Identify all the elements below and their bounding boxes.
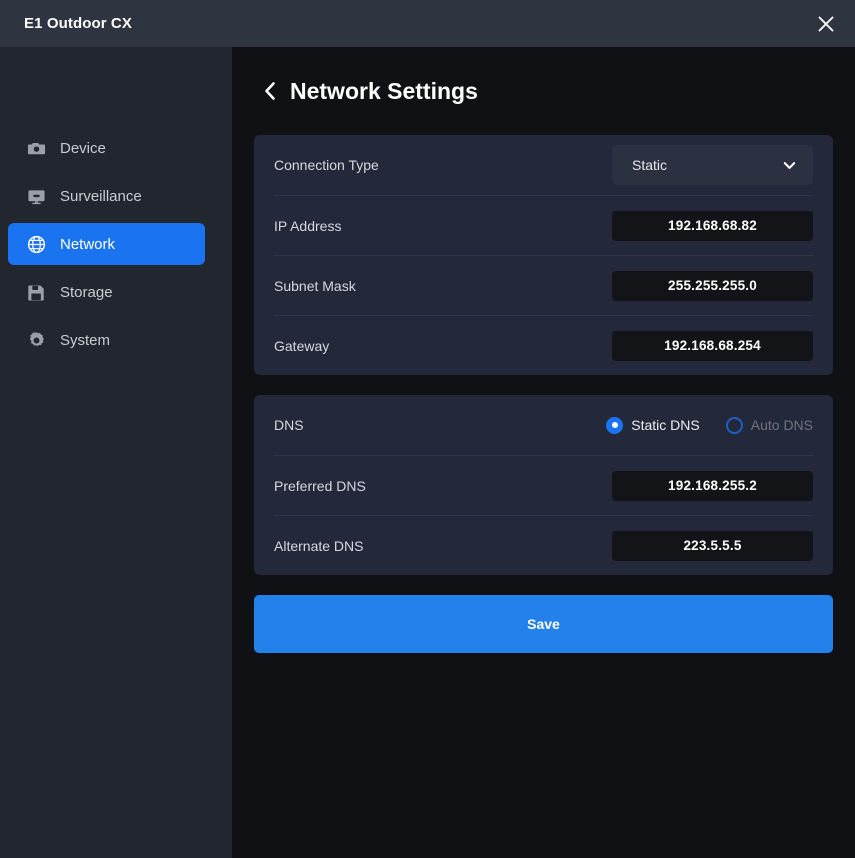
chevron-left-icon[interactable] xyxy=(263,81,277,101)
sidebar-item-network[interactable]: Network xyxy=(8,223,205,265)
dns-control: Static DNS Auto DNS xyxy=(606,416,813,434)
close-icon xyxy=(815,13,837,35)
gear-icon xyxy=(26,330,46,350)
preferred-dns-input[interactable] xyxy=(612,470,813,501)
connection-type-label: Connection Type xyxy=(274,157,379,173)
connection-type-control: Static xyxy=(612,145,813,185)
alternate-dns-input[interactable] xyxy=(612,530,813,561)
subnet-mask-label: Subnet Mask xyxy=(274,277,356,294)
row-subnet-mask: Subnet Mask xyxy=(274,255,813,315)
page-header: Network Settings xyxy=(254,47,833,135)
window-title: E1 Outdoor CX xyxy=(24,15,132,32)
sidebar-item-label: Storage xyxy=(60,283,113,301)
main-content: Network Settings Connection Type Static xyxy=(232,47,855,858)
preferred-dns-control xyxy=(612,470,813,501)
sidebar-item-label: Surveillance xyxy=(60,187,142,205)
connection-type-value: Static xyxy=(632,157,668,173)
globe-icon xyxy=(26,234,46,254)
sidebar-item-label: System xyxy=(60,331,111,349)
sidebar-item-device[interactable]: Device xyxy=(8,127,205,169)
radio-auto-dns-label: Auto DNS xyxy=(750,417,813,433)
ip-address-input[interactable] xyxy=(612,210,813,241)
settings-window: E1 Outdoor CX Device Surveillance Networ… xyxy=(0,0,855,858)
window-body: Device Surveillance Network Storage Syst… xyxy=(0,47,855,858)
alternate-dns-control xyxy=(612,530,813,561)
sidebar-item-label: Network xyxy=(60,235,116,253)
radio-auto-dns[interactable]: Auto DNS xyxy=(725,416,813,434)
window-titlebar: E1 Outdoor CX xyxy=(0,0,855,47)
page-title: Network Settings xyxy=(290,77,478,104)
radio-unselected-icon xyxy=(725,416,743,434)
row-connection-type: Connection Type Static xyxy=(274,135,813,195)
dns-mode-radio-group: Static DNS Auto DNS xyxy=(606,416,813,434)
ip-address-control xyxy=(612,210,813,241)
preferred-dns-label: Preferred DNS xyxy=(274,477,366,494)
row-preferred-dns: Preferred DNS xyxy=(274,455,813,515)
sidebar-item-label: Device xyxy=(60,139,106,157)
radio-selected-icon xyxy=(606,416,624,434)
connection-type-select[interactable]: Static xyxy=(612,145,813,185)
alternate-dns-label: Alternate DNS xyxy=(274,537,364,554)
gateway-input[interactable] xyxy=(612,330,813,361)
radio-static-dns[interactable]: Static DNS xyxy=(606,416,700,434)
monitor-icon xyxy=(26,186,46,206)
chevron-down-icon xyxy=(782,158,797,173)
gateway-control xyxy=(612,330,813,361)
sidebar-item-surveillance[interactable]: Surveillance xyxy=(8,175,205,217)
dns-settings-card: DNS Static DNS Auto DNS Preferred DNS 19… xyxy=(254,395,833,575)
network-settings-card: Connection Type Static IP Address 192.16… xyxy=(254,135,833,375)
radio-static-dns-label: Static DNS xyxy=(631,417,700,433)
save-button[interactable]: Save xyxy=(254,595,833,653)
subnet-mask-control xyxy=(612,270,813,301)
subnet-mask-input[interactable] xyxy=(612,270,813,301)
close-window-button[interactable] xyxy=(797,0,855,47)
row-gateway: Gateway xyxy=(274,315,813,375)
dns-label: DNS xyxy=(274,417,304,433)
sidebar-item-system[interactable]: System xyxy=(8,319,205,361)
sidebar-item-storage[interactable]: Storage xyxy=(8,271,205,313)
row-dns: DNS Static DNS Auto DNS xyxy=(274,395,813,455)
ip-address-label: IP Address xyxy=(274,217,342,234)
row-alternate-dns: Alternate DNS xyxy=(274,515,813,575)
row-ip-address: IP Address xyxy=(274,195,813,255)
camera-icon xyxy=(26,138,46,158)
sidebar-nav: Device Surveillance Network Storage Syst… xyxy=(0,47,232,858)
gateway-label: Gateway xyxy=(274,337,330,354)
floppy-disk-icon xyxy=(26,282,46,302)
